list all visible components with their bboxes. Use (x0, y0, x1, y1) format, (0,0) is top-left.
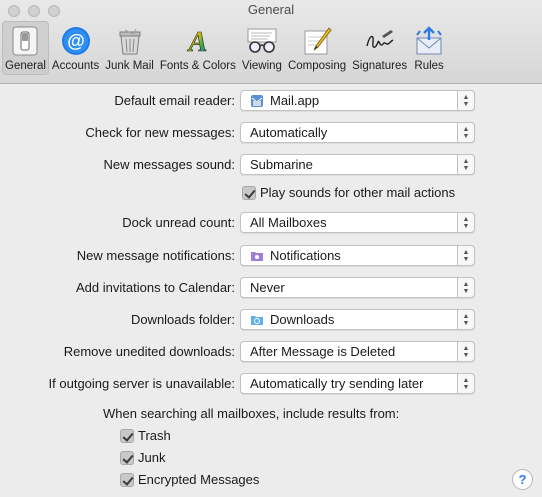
tab-fonts-colors[interactable]: A Fonts & Colors (157, 21, 239, 75)
notifications-label: New message notifications: (76, 248, 235, 263)
tab-fonts-colors-label: Fonts & Colors (159, 60, 236, 72)
new-sound-row: New messages sound: Submarine ▲ ▼ (0, 154, 542, 176)
new-sound-popup[interactable]: Submarine ▲ ▼ (240, 154, 475, 175)
tab-accounts[interactable]: @ Accounts (49, 21, 102, 75)
check-new-value: Automatically (250, 125, 328, 140)
glasses-icon (246, 25, 278, 57)
mail-app-icon (250, 94, 264, 108)
invitations-row: Add invitations to Calendar: Never ▲ ▼ (0, 277, 542, 299)
svg-text:@: @ (67, 31, 85, 51)
downloads-folder-icon (250, 313, 264, 327)
chevron-updown-icon: ▲ ▼ (457, 277, 475, 298)
search-include-heading: When searching all mailboxes, include re… (103, 406, 400, 421)
tab-rules[interactable]: Rules (410, 21, 448, 75)
title-bar: General General @ Accounts Junk Mail A F… (0, 0, 542, 84)
pencil-icon (301, 25, 333, 57)
downloads-folder-popup[interactable]: Downloads ▲ ▼ (240, 309, 475, 330)
notifications-value: Notifications (270, 248, 341, 263)
check-new-row: Check for new messages: Automatically ▲ ▼ (0, 122, 542, 144)
tab-rules-label: Rules (414, 60, 444, 72)
outgoing-unavailable-row: If outgoing server is unavailable: Autom… (0, 373, 542, 395)
play-sounds-option[interactable]: Play sounds for other mail actions (242, 185, 455, 200)
search-trash-label: Trash (138, 428, 171, 443)
default-reader-row: Default email reader: Mail.app ▲ ▼ (0, 90, 542, 112)
default-reader-label: Default email reader: (114, 93, 235, 108)
tab-composing[interactable]: Composing (285, 21, 349, 75)
check-new-popup[interactable]: Automatically ▲ ▼ (240, 122, 475, 143)
downloads-folder-row: Downloads folder: Downloads ▲ ▼ (0, 309, 542, 331)
remove-unedited-value: After Message is Deleted (250, 344, 396, 359)
downloads-folder-value: Downloads (270, 312, 335, 327)
chevron-updown-icon: ▲ ▼ (457, 122, 475, 143)
outgoing-unavailable-value: Automatically try sending later (250, 376, 424, 391)
at-sign-icon: @ (60, 25, 92, 57)
remove-unedited-row: Remove unedited downloads: After Message… (0, 341, 542, 363)
default-reader-popup[interactable]: Mail.app ▲ ▼ (240, 90, 475, 111)
search-encrypted-option[interactable]: Encrypted Messages (120, 472, 259, 487)
preferences-toolbar: General @ Accounts Junk Mail A Fonts & C… (2, 21, 448, 75)
dock-unread-value: All Mailboxes (250, 215, 327, 230)
dock-unread-row: Dock unread count: All Mailboxes ▲ ▼ (0, 212, 542, 234)
chevron-updown-icon: ▲ ▼ (457, 373, 475, 394)
chevron-updown-icon: ▲ ▼ (457, 309, 475, 330)
tab-general-label: General (5, 60, 46, 72)
tab-general[interactable]: General (2, 21, 49, 75)
trash-bin-icon (114, 25, 146, 57)
invitations-value: Never (250, 280, 285, 295)
signature-icon (364, 25, 396, 57)
tab-composing-label: Composing (287, 60, 347, 72)
preferences-window: General General @ Accounts Junk Mail A F… (0, 0, 542, 497)
downloads-folder-label: Downloads folder: (130, 312, 235, 327)
search-junk-option[interactable]: Junk (120, 450, 165, 465)
help-button[interactable]: ? (512, 469, 533, 490)
switch-icon (9, 25, 41, 57)
new-sound-value: Submarine (250, 157, 313, 172)
tab-junk-mail[interactable]: Junk Mail (102, 21, 157, 75)
remove-unedited-label: Remove unedited downloads: (63, 344, 235, 359)
check-new-label: Check for new messages: (85, 125, 235, 140)
new-sound-label: New messages sound: (103, 157, 235, 172)
tab-signatures-label: Signatures (352, 60, 408, 72)
tab-signatures[interactable]: Signatures (349, 21, 410, 75)
chevron-updown-icon: ▲ ▼ (457, 90, 475, 111)
notifications-folder-icon (250, 249, 264, 263)
invitations-label: Add invitations to Calendar: (76, 280, 235, 295)
dock-unread-label: Dock unread count: (122, 215, 235, 230)
search-trash-option[interactable]: Trash (120, 428, 171, 443)
outgoing-unavailable-label: If outgoing server is unavailable: (48, 376, 235, 391)
search-encrypted-checkbox[interactable] (120, 472, 134, 487)
rules-envelope-icon (413, 25, 445, 57)
play-sounds-checkbox[interactable] (242, 185, 256, 200)
outgoing-unavailable-popup[interactable]: Automatically try sending later ▲ ▼ (240, 373, 475, 394)
default-reader-value: Mail.app (270, 93, 320, 108)
chevron-updown-icon: ▲ ▼ (457, 341, 475, 362)
tab-junk-mail-label: Junk Mail (105, 60, 154, 72)
svg-text:A: A (187, 27, 208, 56)
chevron-updown-icon: ▲ ▼ (457, 154, 475, 175)
tab-viewing-label: Viewing (241, 60, 282, 72)
dock-unread-popup[interactable]: All Mailboxes ▲ ▼ (240, 212, 475, 233)
tab-viewing[interactable]: Viewing (239, 21, 285, 75)
notifications-row: New message notifications: Notifications… (0, 245, 542, 267)
notifications-popup[interactable]: Notifications ▲ ▼ (240, 245, 475, 266)
invitations-popup[interactable]: Never ▲ ▼ (240, 277, 475, 298)
chevron-updown-icon: ▲ ▼ (457, 212, 475, 233)
window-title: General (247, 2, 295, 17)
play-sounds-label: Play sounds for other mail actions (260, 185, 456, 200)
search-junk-label: Junk (138, 450, 166, 465)
search-trash-checkbox[interactable] (120, 428, 134, 443)
font-colors-icon: A (182, 25, 214, 57)
search-junk-checkbox[interactable] (120, 450, 134, 465)
remove-unedited-popup[interactable]: After Message is Deleted ▲ ▼ (240, 341, 475, 362)
search-encrypted-label: Encrypted Messages (138, 472, 260, 487)
tab-accounts-label: Accounts (51, 60, 100, 72)
chevron-updown-icon: ▲ ▼ (457, 245, 475, 266)
